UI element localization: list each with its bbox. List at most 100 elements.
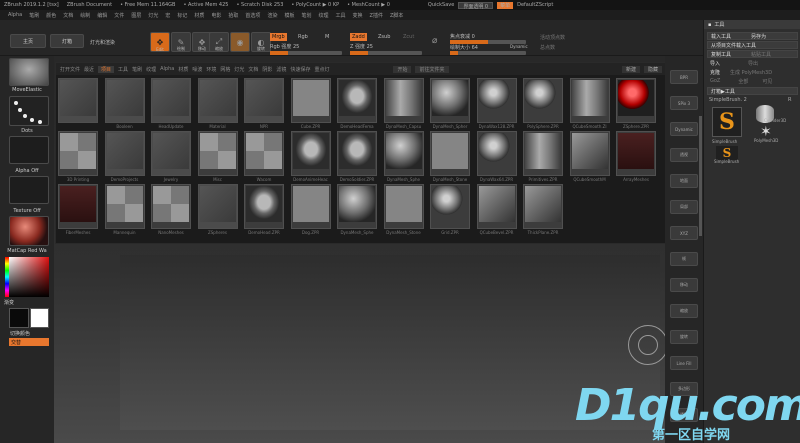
lightbox-item[interactable]: Booleen (104, 78, 145, 129)
lightbox-item[interactable]: 3D Printing (58, 131, 98, 182)
menu-item[interactable]: 编辑 (97, 12, 107, 19)
lightbox-item[interactable]: Misc (197, 131, 238, 182)
brush-thumbnail[interactable] (9, 58, 49, 86)
menu-item[interactable]: 文档 (63, 12, 73, 19)
switch-color-label[interactable]: 切换颜色 (10, 330, 50, 337)
lightbox-item[interactable]: QCubeSmooth.ZI (569, 78, 610, 129)
lightbox-tab[interactable]: 滤镜 (276, 66, 286, 73)
draw-size-slider[interactable]: 绘制大小 64 (450, 44, 478, 51)
lightbox-item[interactable]: DemoSoldier.ZPR (337, 131, 377, 182)
right-shelf-button[interactable]: 帧 (670, 252, 698, 266)
right-shelf-button[interactable]: XYZ (670, 226, 698, 240)
m-button[interactable]: M (325, 34, 329, 40)
z-intensity-track[interactable] (350, 51, 422, 55)
lightbox-action-button[interactable]: 前往文件夹 (415, 65, 449, 73)
lightbox-item[interactable] (58, 78, 98, 123)
color-picker[interactable] (9, 257, 49, 297)
lightbox-tab[interactable]: 快速保存 (290, 66, 310, 73)
menu-item[interactable]: 标记 (177, 12, 187, 19)
lightbox-tab[interactable]: 噪波 (192, 66, 202, 73)
zcut-button[interactable]: Zcut (403, 34, 414, 40)
rgb-intensity-track[interactable] (270, 51, 342, 55)
export-button[interactable]: 导出 (748, 60, 758, 67)
lightbox-tab[interactable]: 网格 (220, 66, 230, 73)
material-sphere-icon[interactable]: ◉ (230, 32, 250, 52)
right-shelf-scrollbar[interactable] (699, 116, 702, 236)
alternate-button[interactable]: 交替 (9, 338, 49, 346)
dynamic-toggle[interactable]: Dynamic (510, 44, 528, 49)
paste-tool-button[interactable]: 粘贴工具 (751, 51, 771, 58)
lightbox-tools-button[interactable]: 灯箱▶工具 (707, 87, 798, 95)
right-shelf-button[interactable]: 地面 (670, 174, 698, 188)
lightbox-tab[interactable]: 工具 (118, 66, 128, 73)
menu-item[interactable]: 灯光 (148, 12, 158, 19)
lightbox-view-button[interactable]: 新建 (621, 65, 640, 73)
menu-item[interactable]: Alpha (8, 12, 22, 18)
home-button[interactable]: 主页 (10, 34, 46, 48)
menu-item[interactable]: 渲染 (267, 12, 277, 19)
all-button[interactable]: 全部 (738, 78, 748, 85)
load-from-project-button[interactable]: 从项目文件载入工具 (707, 41, 798, 49)
main-color-swatch[interactable] (9, 308, 29, 328)
lightbox-item[interactable]: DynaWax64.ZPR (476, 131, 517, 182)
lightbox-item[interactable]: PolySphere.ZPR (523, 78, 563, 129)
lightbox-tab[interactable]: 文档 (248, 66, 258, 73)
secondary-color-swatch[interactable] (30, 308, 49, 328)
menu-item[interactable]: 拾取 (228, 12, 238, 19)
lightbox-item[interactable]: DemoAnimeHeac (290, 131, 331, 182)
lightbox-tab[interactable]: 阴影 (262, 66, 272, 73)
zadd-button[interactable]: Zadd (350, 33, 367, 41)
menu-item[interactable]: 文件 (114, 12, 124, 19)
copy-tool-button[interactable]: 复制工具 (711, 51, 731, 58)
gradient-label[interactable]: 渐变 (4, 299, 34, 306)
lightbox-item[interactable]: DynaWax128.ZPR (476, 78, 517, 129)
menu-item[interactable]: Z插件 (370, 12, 383, 19)
lightbox-tab[interactable]: 材质 (178, 66, 188, 73)
menu-item[interactable]: 工具 (336, 12, 346, 19)
z-intensity-slider[interactable]: Z 强度 25 (350, 43, 373, 50)
alpha-thumbnail[interactable] (9, 136, 49, 164)
default-script[interactable]: DefaultZScript (517, 2, 553, 8)
right-shelf-button[interactable]: 缩放 (670, 304, 698, 318)
material-thumbnail[interactable] (9, 216, 49, 246)
right-shelf-button[interactable]: Dynamic (670, 122, 698, 136)
lightbox-tab[interactable]: 灯光 (234, 66, 244, 73)
goz-button[interactable]: GoZ (710, 78, 720, 84)
lightbox-item[interactable]: Cube.ZPR (290, 78, 331, 129)
menu-item[interactable]: Z脚本 (390, 12, 403, 19)
mrgb-button[interactable]: Mrgb (270, 33, 287, 41)
load-tool-button[interactable]: 载入工具 (711, 33, 731, 40)
texture-thumbnail[interactable] (9, 176, 49, 204)
simplebrush-small-thumbnail[interactable]: S (716, 146, 738, 160)
zsub-button[interactable]: Zsub (378, 34, 390, 40)
lightbox-item[interactable]: DemoHead.ZPR (244, 184, 284, 235)
lightbox-tab[interactable]: Alpha (160, 66, 174, 72)
lightbox-item[interactable]: DynaMesh_Sphe (337, 184, 377, 235)
lightbox-item[interactable]: DemoProjects (104, 131, 145, 182)
lightbox-item[interactable]: ThickPlane.ZPR (523, 184, 563, 235)
lightbox-tab[interactable]: 纹理 (146, 66, 156, 73)
transparency-slider[interactable]: 界面透明 0 (458, 1, 494, 10)
right-shelf-button[interactable]: SPix 3 (670, 96, 698, 110)
menu-item[interactable]: 材质 (194, 12, 204, 19)
scale-icon[interactable]: ⤢ 缩放 (209, 32, 229, 52)
menu-item[interactable]: 笔划 (301, 12, 311, 19)
right-shelf-button[interactable]: BPR (670, 70, 698, 84)
lightbox-item[interactable]: Primitives.ZPR (523, 131, 563, 182)
lightbox-item[interactable]: DynaMesh_Spher (430, 78, 470, 129)
edit-icon[interactable]: ✥ Edit (150, 32, 170, 52)
lightbox-tab[interactable]: 最近 (84, 66, 94, 73)
clone-button[interactable]: 克隆 (710, 69, 720, 76)
rgb-intensity-slider[interactable]: Rgb 强度 25 (270, 43, 299, 50)
brush-r-button[interactable]: R (788, 97, 791, 103)
import-button[interactable]: 导入 (710, 60, 720, 67)
right-shelf-button[interactable]: 移动 (670, 278, 698, 292)
menu-item[interactable]: 宏 (165, 12, 170, 19)
lightbox-item[interactable]: QCubeSmoothM (569, 131, 610, 182)
lightbox-item[interactable]: Material (197, 78, 238, 129)
stroke-thumbnail[interactable] (9, 96, 49, 126)
menu-item[interactable]: 首选项 (245, 12, 260, 19)
make-polymesh-button[interactable]: 生成 PolyMesh3D (730, 69, 772, 76)
menu-item[interactable]: 模板 (284, 12, 294, 19)
lightbox-action-button[interactable]: 开始 (393, 65, 412, 73)
